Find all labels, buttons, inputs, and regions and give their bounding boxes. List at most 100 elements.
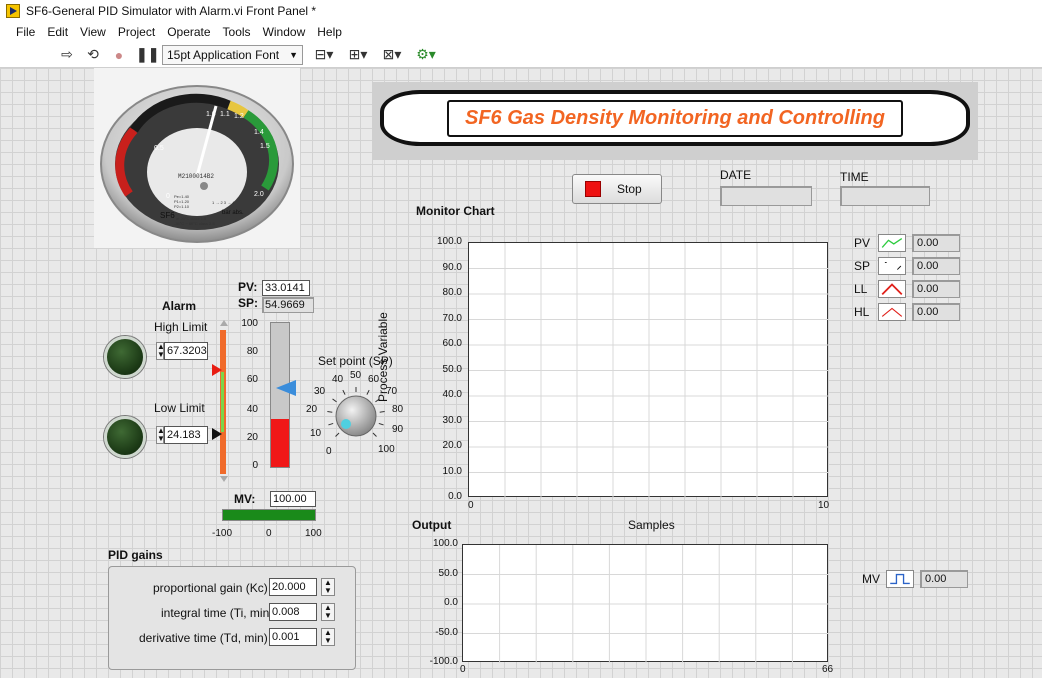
td-increment[interactable]: ▲ ▼ — [321, 628, 335, 646]
resize-objects-icon[interactable]: ⊠▾ — [379, 46, 405, 63]
alarm-title: Alarm — [162, 299, 197, 313]
slider-up-icon — [220, 320, 228, 326]
ti-input[interactable]: 0.008 — [269, 603, 317, 621]
monitor-ytick: 70.0 — [442, 312, 462, 324]
pv-label: PV: — [238, 280, 258, 294]
pid-title: PID gains — [108, 548, 163, 562]
monitor-xtick-10: 10 — [818, 500, 830, 511]
menu-tools[interactable]: Tools — [217, 25, 257, 39]
pause-icon[interactable]: ❚❚ — [136, 46, 159, 63]
menu-edit[interactable]: Edit — [41, 25, 74, 39]
monitor-chart-title: Monitor Chart — [416, 204, 495, 218]
knob-tick-50: 50 — [350, 370, 362, 381]
monitor-ytick: 100.0 — [436, 236, 462, 247]
high-limit-pointer[interactable] — [212, 364, 222, 376]
td-input[interactable]: 0.001 — [269, 628, 317, 646]
ti-increment[interactable]: ▲ ▼ — [321, 603, 335, 621]
kc-input[interactable]: 20.000 — [269, 578, 317, 596]
legend-sp-name: SP — [854, 259, 871, 273]
monitor-chart: Process Variable 100.0 90.0 80.0 70.0 60.0 50… — [376, 222, 836, 546]
output-xtick-66: 66 — [822, 664, 834, 675]
labview-icon — [6, 4, 20, 18]
output-xtick-0: 0 — [460, 664, 466, 675]
ll-line-icon — [878, 280, 906, 298]
legend-mv-name: MV — [862, 572, 880, 586]
menu-operate[interactable]: Operate — [161, 25, 216, 39]
menu-help[interactable]: Help — [311, 25, 348, 39]
font-select[interactable]: 15pt Application Font ▼ — [162, 44, 303, 65]
kc-label: proportional gain (Kc) — [153, 581, 268, 595]
stop-button[interactable]: Stop — [572, 174, 662, 204]
menu-file[interactable]: File — [10, 25, 41, 39]
time-indicator — [840, 186, 930, 206]
gauge-scale-12: 1.2 — [234, 113, 244, 120]
mv-tick-100: 100 — [305, 528, 322, 539]
menu-window[interactable]: Window — [257, 25, 312, 39]
monitor-plot-area[interactable] — [468, 242, 829, 498]
knob-tick-mark — [327, 410, 333, 413]
monitor-ytick: 40.0 — [442, 389, 462, 400]
monitor-ylabel: Process Variable — [376, 312, 390, 402]
slider-down-icon — [220, 476, 228, 482]
tank-tick-100: 100 — [241, 318, 258, 329]
sp-indicator: 54.9669 — [262, 297, 314, 313]
tank-tick-0: 0 — [252, 460, 258, 471]
mv-bar — [222, 509, 316, 521]
reorder-icon[interactable]: ⚙▾ — [413, 46, 439, 63]
high-limit-increment[interactable]: ▲ ▼ — [156, 342, 165, 360]
knob-tick-mark — [328, 422, 334, 426]
low-limit-input[interactable]: 24.183 — [164, 426, 208, 444]
menu-project[interactable]: Project — [112, 25, 161, 39]
run-continuously-icon[interactable]: ⟲ — [84, 46, 102, 63]
output-ytick: -50.0 — [435, 626, 458, 638]
kc-increment[interactable]: ▲ ▼ — [321, 578, 335, 596]
tank-level-fill — [271, 418, 289, 467]
mv-indicator: 100.00 — [270, 491, 316, 507]
high-limit-label: High Limit — [154, 320, 208, 334]
monitor-ytick: 50.0 — [442, 363, 462, 375]
knob-tick-mark — [378, 422, 384, 426]
menu-view[interactable]: View — [74, 25, 112, 39]
gauge-scale-0: 0 — [166, 193, 170, 200]
output-plot-area[interactable] — [462, 544, 829, 663]
time-label: TIME — [840, 170, 869, 184]
distribute-objects-icon[interactable]: ⊞▾ — [345, 46, 371, 63]
knob-tick-mark — [342, 389, 346, 395]
tank-tick-60: 60 — [246, 374, 258, 385]
gauge-contact-legend: 1 → 2 3 → 4 — [212, 200, 235, 205]
monitor-ytick: 10.0 — [442, 465, 462, 477]
monitor-grid — [469, 243, 829, 498]
legend-ll: LL 0.00 — [854, 280, 960, 298]
gauge-scale-10: 1.0 — [206, 111, 216, 118]
menu-bar: File Edit View Project Operate Tools Win… — [0, 22, 1042, 42]
monitor-xlabel: Samples — [628, 518, 675, 532]
align-objects-icon[interactable]: ⊟▾ — [311, 46, 337, 63]
legend-pv-value: 0.00 — [912, 234, 960, 252]
mv-tick-neg100: -100 — [212, 528, 233, 539]
sp-line-icon — [878, 257, 906, 275]
toolbar: ⇨ ⟲ ● ❚❚ 15pt Application Font ▼ ⊟▾ ⊞▾ ⊠… — [0, 42, 1042, 68]
window-title: SF6-General PID Simulator with Alarm.vi … — [26, 4, 317, 18]
abort-icon[interactable]: ● — [110, 47, 128, 63]
high-limit-input[interactable]: 67.3203 — [164, 342, 208, 360]
low-limit-increment[interactable]: ▲ ▼ — [156, 426, 165, 444]
density-gauge-image: 0.5 0 1.0 1.1 1.2 1.4 1.5 2.0 M2100014B2… — [94, 68, 300, 248]
low-limit-label: Low Limit — [154, 401, 205, 415]
knob-tick-mark — [372, 432, 377, 437]
legend-sp: SP 0.00 — [854, 257, 960, 275]
knob-tick-40: 40 — [332, 374, 344, 385]
limit-slider[interactable] — [212, 316, 232, 488]
gauge-scale-15: 1.5 — [260, 143, 270, 150]
setpoint-knob[interactable]: 0 10 20 30 40 50 60 70 80 90 100 — [300, 366, 412, 462]
run-arrow-icon[interactable]: ⇨ — [58, 46, 76, 63]
legend-hl-name: HL — [854, 305, 870, 319]
gauge-serial: M2100014B2 — [178, 173, 214, 180]
mv-tick-0: 0 — [266, 528, 272, 539]
low-alarm-led — [104, 416, 146, 458]
knob-tick-100: 100 — [378, 444, 395, 455]
low-limit-pointer[interactable] — [212, 428, 222, 440]
tank-tick-20: 20 — [246, 432, 258, 443]
pv-line-icon — [878, 234, 906, 252]
legend-hl: HL 0.00 — [854, 303, 960, 321]
monitor-xtick-0: 0 — [468, 500, 474, 511]
